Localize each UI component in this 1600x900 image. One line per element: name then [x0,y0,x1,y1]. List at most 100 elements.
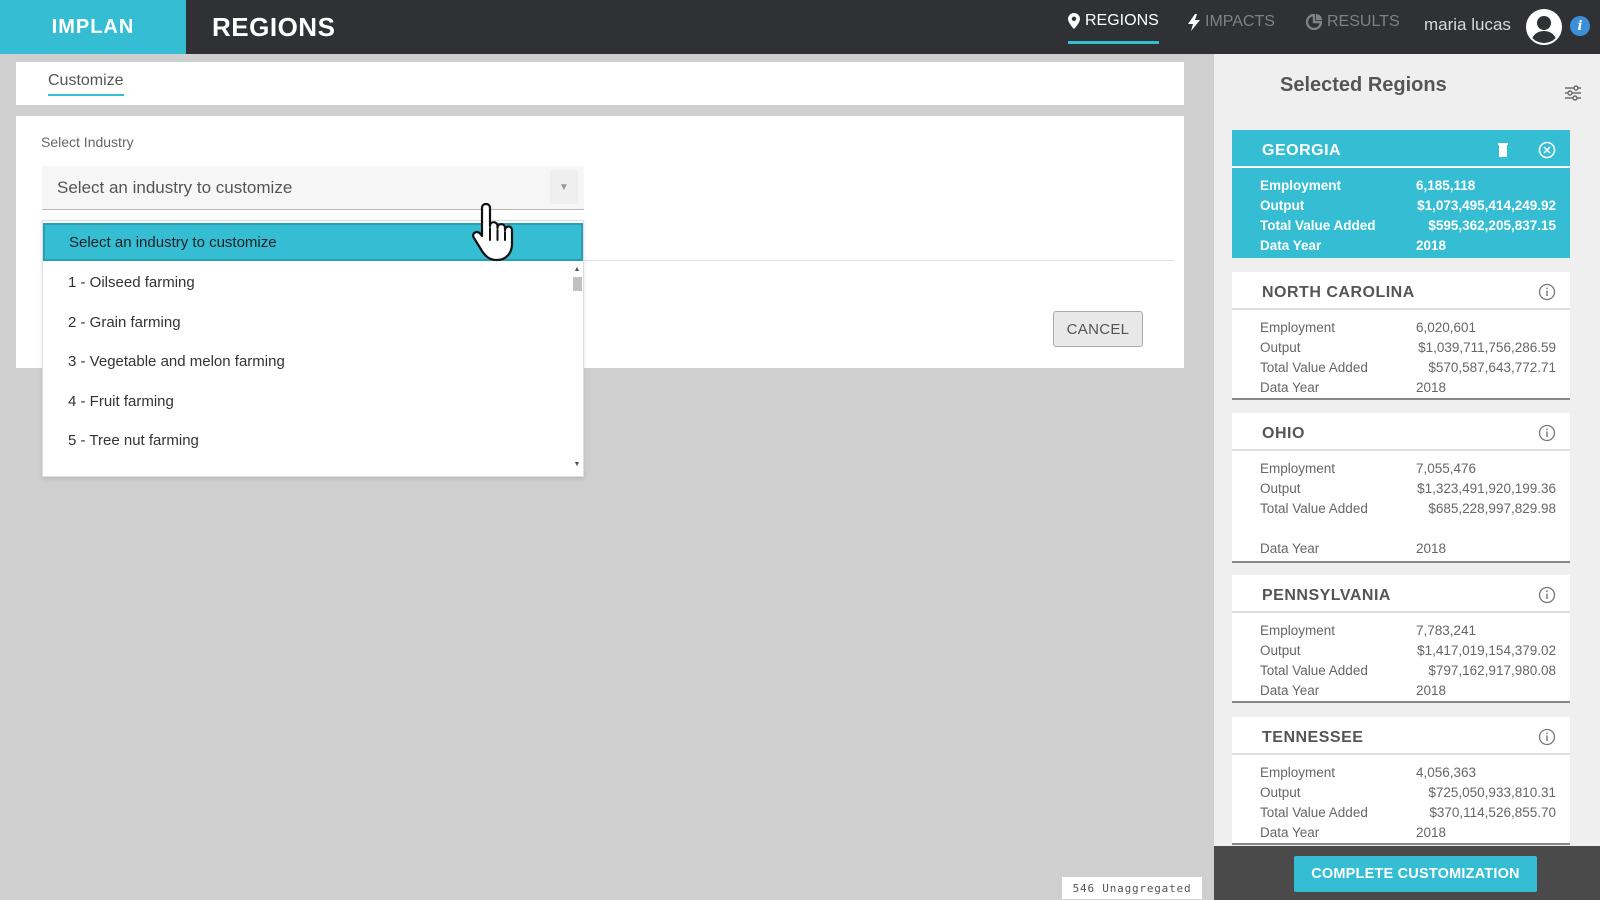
top-bar: IMPLAN REGIONS REGIONS IMPACTS RESULTS m… [0,0,1600,54]
region-stat-row: Output $1,073,495,414,249.92 [1260,198,1556,213]
info-icon[interactable]: i [1570,16,1590,36]
nav-impacts[interactable]: IMPACTS [1188,0,1275,44]
stat-value: $1,039,711,756,286.59 [1418,340,1556,355]
info-icon[interactable] [1538,586,1556,604]
region-stat-row: Data Year 2018 [1260,825,1556,840]
unaggregated-status: 546 Unaggregated [1062,877,1202,899]
stat-label: Output [1260,785,1301,800]
stat-value: 7,783,241 [1416,623,1477,638]
region-card-north-carolina[interactable]: NORTH CAROLINA Employment 6,020,601 Output $… [1232,272,1570,400]
nav-regions[interactable]: REGIONS [1068,0,1159,44]
scrollbar-thumb[interactable] [573,277,582,291]
user-name[interactable]: maria lucas [1424,15,1511,35]
complete-customization-button[interactable]: COMPLETE CUSTOMIZATION [1294,856,1537,892]
region-card-tennessee[interactable]: TENNESSEE Employment 4,056,363 Output $725,0… [1232,717,1570,845]
region-stat-row: Data Year 2018 [1260,238,1556,253]
region-stat-row: Data Year 2018 [1260,380,1556,395]
stat-label: Output [1260,481,1301,496]
region-name: TENNESSEE [1262,729,1364,746]
stat-value: $370,114,526,855.70 [1429,805,1556,820]
stat-value: $797,162,917,980.08 [1428,663,1556,678]
stat-label: Data Year [1260,825,1320,840]
stat-value: $685,228,997,829.98 [1428,501,1556,516]
list-item[interactable]: 1 - Oilseed farming [43,263,567,303]
list-item[interactable]: 3 - Vegetable and melon farming [43,342,567,382]
stat-label: Data Year [1260,238,1322,253]
stat-value: 2018 [1416,238,1447,253]
dropdown-scrollbar[interactable]: ▲ ▼ [571,265,583,470]
stat-value: 2018 [1416,380,1447,395]
info-icon[interactable] [1538,728,1556,746]
region-stat-row: Total Value Added $370,114,526,855.70 [1260,805,1556,820]
cancel-button[interactable]: CANCEL [1053,311,1143,347]
stat-label: Data Year [1260,683,1320,698]
region-name: GEORGIA [1262,142,1342,159]
stat-label: Total Value Added [1260,501,1368,516]
lightning-icon [1188,13,1200,31]
stat-label: Total Value Added [1260,218,1376,233]
selected-regions-sidebar: Selected Regions GEORGIA Employment 6,185,… [1214,54,1600,846]
region-stat-row: Total Value Added $570,587,643,772.71 [1260,360,1556,375]
stat-value: $1,073,495,414,249.92 [1417,198,1556,213]
region-stat-row: Total Value Added $595,362,205,837.15 [1260,218,1556,233]
pie-chart-icon [1306,14,1322,30]
stat-label: Employment [1260,623,1336,638]
stat-label: Data Year [1260,380,1320,395]
stat-label: Total Value Added [1260,360,1368,375]
region-stat-row: Total Value Added $685,228,997,829.98 [1260,501,1556,516]
trash-icon[interactable] [1494,141,1512,159]
filter-settings-icon[interactable] [1564,84,1582,102]
region-header-divider [1232,308,1570,310]
list-item[interactable]: 2 - Grain farming [43,303,567,343]
scroll-up-icon[interactable]: ▲ [571,265,583,275]
region-stat-row: Output $1,039,711,756,286.59 [1260,340,1556,355]
avatar[interactable] [1526,9,1562,45]
list-item[interactable]: 5 - Tree nut farming [43,421,567,461]
region-card-ohio[interactable]: OHIO Employment 7,055,476 Output $1,323,491,… [1232,413,1570,563]
list-item[interactable]: 4 - Fruit farming [43,382,567,422]
stat-label: Total Value Added [1260,805,1368,820]
tab-bar: Customize [16,62,1184,105]
stat-label: Output [1260,198,1305,213]
region-stat-row: Employment 6,185,118 [1260,178,1556,193]
stat-label: Employment [1260,461,1336,476]
region-card-georgia[interactable]: GEORGIA Employment 6,185,118 Output $1,073,4… [1232,130,1570,258]
region-stat-row: Employment 4,056,363 [1260,765,1556,780]
region-card-pennsylvania[interactable]: PENNSYLVANIA Employment 7,783,241 Output $1,… [1232,575,1570,703]
region-header-divider [1232,611,1570,613]
info-icon[interactable] [1538,424,1556,442]
stat-label: Employment [1260,765,1336,780]
user-avatar-icon [1531,16,1557,43]
dropdown-options: 1 - Oilseed farming 2 - Grain farming 3 … [43,263,567,461]
tab-customize[interactable]: Customize [48,72,124,96]
sidebar-footer: COMPLETE CUSTOMIZATION [1214,846,1600,900]
region-stat-row: Employment 6,020,601 [1260,320,1556,335]
stat-value: 6,020,601 [1416,320,1477,335]
implan-logo[interactable]: IMPLAN [0,0,186,54]
stat-label: Employment [1260,178,1342,193]
close-icon[interactable] [1538,141,1556,159]
hand-cursor-icon [472,202,514,262]
region-header-divider [1232,753,1570,755]
region-stat-row: Total Value Added $797,162,917,980.08 [1260,663,1556,678]
region-stat-row: Output $1,417,019,154,379.02 [1260,643,1556,658]
stat-value: 2018 [1416,683,1447,698]
region-name: PENNSYLVANIA [1262,587,1391,604]
stat-value: $725,050,933,810.31 [1428,785,1556,800]
page-title: REGIONS [212,12,336,42]
region-name: NORTH CAROLINA [1262,284,1415,301]
map-pin-icon [1068,12,1080,29]
chevron-down-icon[interactable]: ▼ [550,170,578,204]
region-stat-row: Data Year 2018 [1260,683,1556,698]
stat-label: Output [1260,643,1301,658]
stat-label: Total Value Added [1260,663,1368,678]
scroll-down-icon[interactable]: ▼ [571,460,583,470]
nav-results[interactable]: RESULTS [1306,0,1400,44]
stat-value: $570,587,643,772.71 [1428,360,1556,375]
nav-results-label: RESULTS [1327,13,1400,30]
stat-value: $1,417,019,154,379.02 [1417,643,1556,658]
region-stat-row: Employment 7,783,241 [1260,623,1556,638]
stat-value: 2018 [1416,541,1447,556]
info-icon[interactable] [1538,283,1556,301]
stat-label: Data Year [1260,541,1320,556]
